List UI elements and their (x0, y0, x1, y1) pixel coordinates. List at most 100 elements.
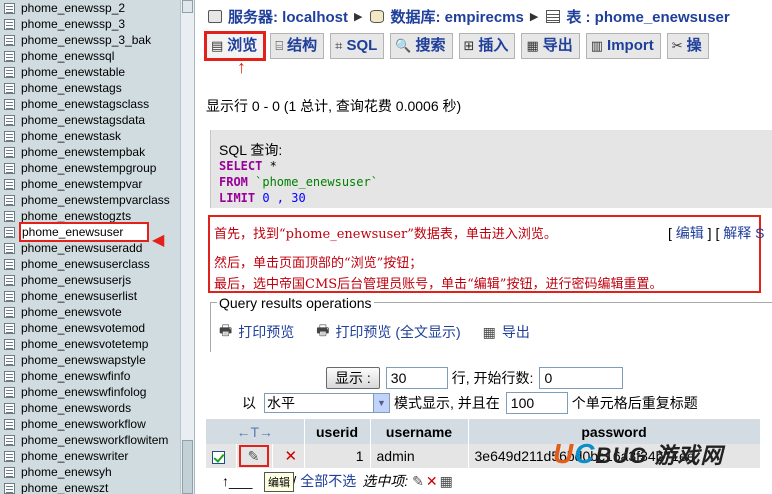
table-icon[interactable] (4, 338, 15, 350)
sidebar-item-label[interactable]: phome_enewsvotetemp (21, 336, 148, 352)
sidebar-item-label[interactable]: phome_enewsuser (18, 222, 150, 242)
breadcrumb-server[interactable]: 服务器: localhost (228, 6, 348, 27)
sidebar-item-phome-enewstempvarclass[interactable]: phome_enewstempvarclass (4, 192, 170, 208)
table-icon[interactable] (4, 34, 15, 46)
table-icon[interactable] (4, 82, 15, 94)
sidebar-item-phome-enewstempvar[interactable]: phome_enewstempvar (4, 176, 170, 192)
sidebar-item-label[interactable]: phome_enewstempbak (21, 144, 145, 160)
table-icon[interactable] (4, 226, 15, 238)
export-icon[interactable]: ▦ (440, 473, 453, 490)
print-preview-button[interactable]: 🖶 打印预览 (219, 320, 294, 344)
delete-icon[interactable]: ✕ (426, 473, 438, 490)
tab-operations[interactable]: ✂ 操 (666, 33, 709, 59)
show-button[interactable]: 显示 : (326, 367, 380, 389)
table-icon[interactable] (4, 114, 15, 126)
tab-structure[interactable]: ⌸ 结构 (270, 33, 325, 59)
sidebar-item-phome-enewsvotemod[interactable]: phome_enewsvotemod (4, 320, 170, 336)
sidebar-item-phome-enewssp-3-bak[interactable]: phome_enewssp_3_bak (4, 32, 170, 48)
chevron-down-icon[interactable]: ▼ (373, 394, 389, 412)
table-icon[interactable] (4, 162, 15, 174)
sidebar-item-label[interactable]: phome_enewstask (21, 128, 121, 144)
scrollbar-thumb[interactable] (182, 440, 193, 494)
table-icon[interactable] (4, 466, 15, 478)
edit-sql-link[interactable]: 编辑 (676, 225, 704, 241)
sidebar-item-phome-enewsworkflowitem[interactable]: phome_enewsworkflowitem (4, 432, 170, 448)
sidebar-item-label[interactable]: phome_enewstagsclass (21, 96, 149, 112)
table-icon[interactable] (4, 482, 15, 494)
sidebar-item-label[interactable]: phome_enewssp_3_bak (21, 32, 151, 48)
sidebar-item-label[interactable]: phome_enewswfinfo (21, 368, 130, 384)
sidebar-item-label[interactable]: phome_enewsuseradd (21, 240, 142, 256)
scroll-up-icon[interactable] (182, 0, 193, 13)
tab-browse[interactable]: ▤ 浏览 (203, 31, 267, 61)
sidebar-item-phome-enewstags[interactable]: phome_enewstags (4, 80, 170, 96)
sidebar-item-label[interactable]: phome_enewsvote (21, 304, 122, 320)
table-icon[interactable] (4, 354, 15, 366)
sidebar-item-phome-enewssp-2[interactable]: phome_enewssp_2 (4, 0, 170, 16)
table-icon[interactable] (4, 450, 15, 462)
sidebar-item-phome-enewsuseradd[interactable]: phome_enewsuseradd (4, 240, 170, 256)
sidebar-item-label[interactable]: phome_enewstable (21, 64, 125, 80)
sidebar-item-phome-enewstogzts[interactable]: phome_enewstogzts (4, 208, 170, 224)
table-icon[interactable] (4, 386, 15, 398)
sidebar-item-phome-enewszt[interactable]: phome_enewszt (4, 480, 170, 494)
repeat-headers-input[interactable]: 100 (505, 392, 568, 414)
sidebar-item-phome-enewstask[interactable]: phome_enewstask (4, 128, 170, 144)
tree-scrollbar[interactable] (180, 0, 194, 494)
tab-insert[interactable]: ⊞ 插入 (458, 33, 516, 59)
pencil-icon[interactable]: ✎ (238, 445, 269, 467)
table-icon[interactable] (4, 418, 15, 430)
sidebar-item-phome-enewsuserclass[interactable]: phome_enewsuserclass (4, 256, 170, 272)
sidebar-item-phome-enewstagsclass[interactable]: phome_enewstagsclass (4, 96, 170, 112)
sidebar-item-phome-enewsyh[interactable]: phome_enewsyh (4, 464, 170, 480)
sidebar-item-label[interactable]: phome_enewswfinfolog (21, 384, 146, 400)
column-header-userid[interactable]: userid (304, 419, 371, 444)
table-icon[interactable] (4, 402, 15, 414)
sidebar-item-phome-enewstempbak[interactable]: phome_enewstempbak (4, 144, 170, 160)
delete-icon[interactable]: ✕ (285, 448, 298, 465)
sidebar-item-label[interactable]: phome_enewssql (21, 48, 114, 64)
sidebar-item-phome-enewswfinfo[interactable]: phome_enewswfinfo (4, 368, 170, 384)
sidebar-item-phome-enewsworkflow[interactable]: phome_enewsworkflow (4, 416, 170, 432)
uncheck-all-link[interactable]: 全部不选 (300, 471, 356, 491)
table-icon[interactable] (4, 210, 15, 222)
sidebar-item-phome-enewswords[interactable]: phome_enewswords (4, 400, 170, 416)
table-icon[interactable] (4, 178, 15, 190)
sidebar-item-phome-enewswfinfolog[interactable]: phome_enewswfinfolog (4, 384, 170, 400)
table-icon[interactable] (4, 274, 15, 286)
row-checkbox-cell[interactable] (206, 444, 237, 468)
table-icon[interactable] (4, 18, 15, 30)
sidebar-item-label[interactable]: phome_enewsworkflowitem (21, 432, 168, 448)
sidebar-item-label[interactable]: phome_enewstempvar (21, 176, 142, 192)
sidebar-item-label[interactable]: phome_enewstogzts (21, 208, 131, 224)
breadcrumb-table[interactable]: 表 : phome_enewsuser (566, 6, 729, 27)
table-icon[interactable] (4, 370, 15, 382)
row-edit-cell[interactable]: ✎ (236, 444, 273, 468)
table-icon[interactable] (4, 194, 15, 206)
sidebar-item-label[interactable]: phome_enewstags (21, 80, 122, 96)
sidebar-item-phome-enewssql[interactable]: phome_enewssql (4, 48, 170, 64)
sidebar-item-label[interactable]: phome_enewsuserlist (21, 288, 137, 304)
sidebar-item-label[interactable]: phome_enewsuserjs (21, 272, 131, 288)
tab-import[interactable]: ▥ Import (585, 33, 661, 59)
sidebar-item-label[interactable]: phome_enewswriter (21, 448, 128, 464)
row-delete-cell[interactable]: ✕ (272, 444, 305, 468)
sidebar-item-label[interactable]: phome_enewstempvarclass (21, 192, 170, 208)
tab-sql[interactable]: ⌗ SQL (330, 33, 385, 59)
sidebar-item-label[interactable]: phome_enewsuserclass (21, 256, 150, 272)
explain-tail[interactable]: S (755, 225, 764, 241)
row-checkbox[interactable] (212, 450, 225, 464)
mode-select[interactable]: 水平 ▼ (264, 393, 390, 413)
sidebar-item-label[interactable]: phome_enewszt (21, 480, 108, 494)
table-icon[interactable] (4, 66, 15, 78)
sidebar-item-label[interactable]: phome_enewswords (21, 400, 131, 416)
sidebar-item-phome-enewsuserlist[interactable]: phome_enewsuserlist (4, 288, 170, 304)
pencil-icon[interactable]: ✎ (412, 473, 424, 490)
start-row-input[interactable]: 0 (539, 367, 624, 389)
tab-export[interactable]: ▦ 导出 (521, 33, 580, 59)
explain-sql-link[interactable]: 解释 (723, 225, 751, 241)
sidebar-item-phome-enewssp-3[interactable]: phome_enewssp_3 (4, 16, 170, 32)
table-icon[interactable] (4, 50, 15, 62)
sidebar-item-label[interactable]: phome_enewsyh (21, 464, 112, 480)
table-icon[interactable] (4, 98, 15, 110)
